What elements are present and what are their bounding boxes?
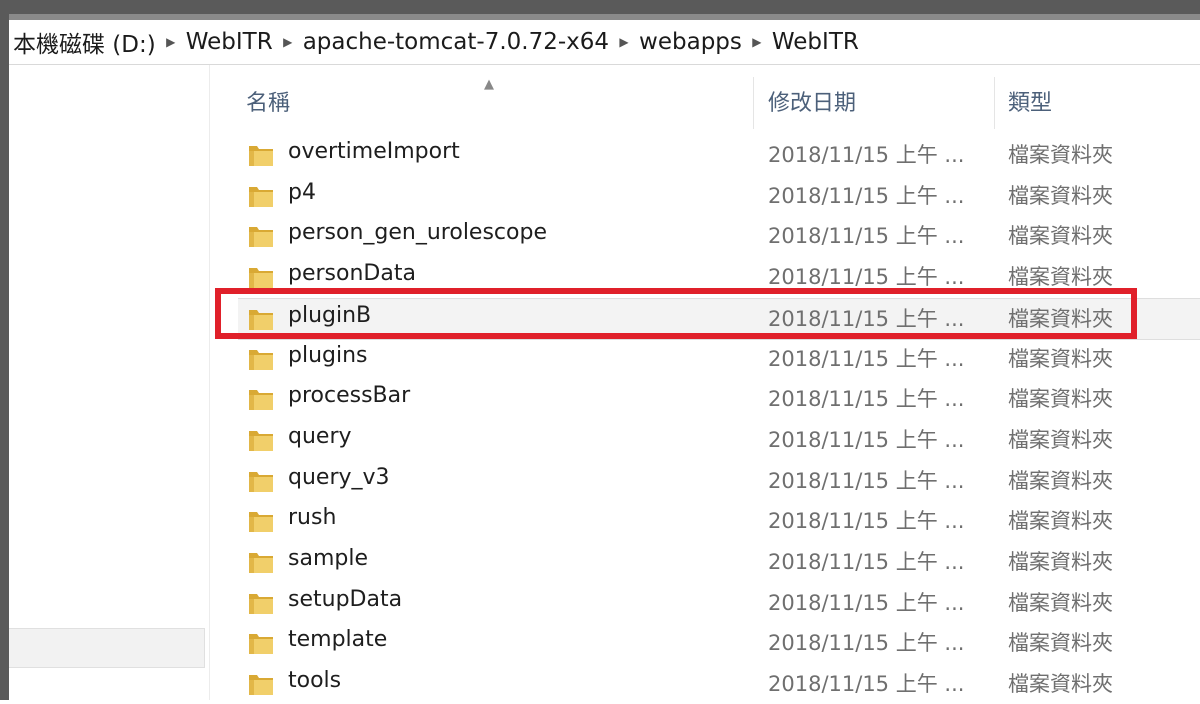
file-name: personData [288,261,416,287]
file-modified-date: 2018/11/15 上午 ... [768,509,965,534]
folder-icon [248,469,274,493]
folder-icon [248,224,274,248]
file-type: 檔案資料夾 [1008,468,1113,493]
file-row[interactable]: template 2018/11/15 上午 ... 檔案資料夾 [238,623,1200,663]
file-type: 檔案資料夾 [1008,143,1113,167]
file-modified-date: 2018/11/15 上午 ... [768,550,965,574]
folder-icon [248,672,274,696]
file-type: 檔案資料夾 [1008,224,1113,249]
file-row[interactable]: overtimeImport 2018/11/15 上午 ... 檔案資料夾 [238,135,1200,175]
breadcrumb-webitr[interactable]: WebITR [182,29,277,55]
file-modified-date: 2018/11/15 上午 ... [768,346,965,371]
folder-icon [248,307,274,331]
breadcrumb-tomcat[interactable]: apache-tomcat-7.0.72-x64 [299,29,613,55]
file-row[interactable]: rush 2018/11/15 上午 ... 檔案資料夾 [238,501,1200,541]
sort-up-icon: ▲ [484,77,494,92]
file-row[interactable]: personData 2018/11/15 上午 ... 檔案資料夾 [238,257,1200,297]
file-name: pluginB [288,302,372,328]
file-modified-date: 2018/11/15 上午 ... [768,672,965,697]
file-row[interactable]: plugins 2018/11/15 上午 ... 檔案資料夾 [238,339,1200,379]
folder-icon [248,428,274,452]
file-name: p4 [288,179,316,205]
file-list[interactable]: ▲ 名稱 修改日期 類型 overtimeImport 2018/11/15 上午… [210,65,1200,700]
folder-icon [248,347,274,371]
folder-icon [248,550,274,574]
file-row[interactable]: tools 2018/11/15 上午 ... 檔案資料夾 [238,664,1200,704]
file-modified-date: 2018/11/15 上午 ... [768,387,965,412]
file-modified-date: 2018/11/15 上午 ... [768,468,965,493]
file-type: 檔案資料夾 [1008,672,1113,697]
file-modified-date: 2018/11/15 上午 ... [768,427,965,452]
column-separator[interactable] [994,77,995,129]
file-row[interactable]: query_v3 2018/11/15 上午 ... 檔案資料夾 [238,461,1200,501]
file-name: setupData [288,586,403,612]
file-name: person_gen_urolescope [288,220,547,246]
folder-icon [248,184,274,208]
file-row[interactable]: query 2018/11/15 上午 ... 檔案資料夾 [238,420,1200,460]
file-type: 檔案資料夾 [1008,631,1113,656]
file-row[interactable]: p4 2018/11/15 上午 ... 檔案資料夾 [238,176,1200,216]
folder-icon [248,591,274,615]
file-modified-date: 2018/11/15 上午 ... [768,631,965,656]
breadcrumb-current[interactable]: WebITR [768,29,863,55]
file-type: 檔案資料夾 [1008,427,1113,452]
file-name: template [288,627,388,653]
file-name: tools [288,668,342,694]
file-row[interactable]: sample 2018/11/15 上午 ... 檔案資料夾 [238,542,1200,582]
file-type: 檔案資料夾 [1008,265,1113,290]
file-name: rush [288,505,337,531]
file-modified-date: 2018/11/15 上午 ... [768,306,965,331]
file-type: 檔案資料夾 [1008,387,1113,412]
file-type: 檔案資料夾 [1008,550,1113,574]
file-name: sample [288,546,368,571]
column-header-modified[interactable]: 修改日期 [768,85,856,117]
file-modified-date: 2018/11/15 上午 ... [768,183,965,208]
column-header-row: ▲ 名稱 修改日期 類型 [210,65,1200,137]
file-row[interactable]: pluginB 2018/11/15 上午 ... 檔案資料夾 [238,297,1200,340]
file-modified-date: 2018/11/15 上午 ... [768,143,965,167]
column-separator[interactable] [753,77,754,129]
column-header-name[interactable]: 名稱 [246,85,290,117]
file-type: 檔案資料夾 [1008,509,1113,534]
file-row[interactable]: setupData 2018/11/15 上午 ... 檔案資料夾 [238,583,1200,623]
file-type: 檔案資料夾 [1008,183,1113,208]
file-modified-date: 2018/11/15 上午 ... [768,590,965,615]
file-type: 檔案資料夾 [1008,306,1113,331]
window-frame-left [0,0,9,700]
chevron-right-icon[interactable]: ▶ [277,35,299,49]
file-row[interactable]: person_gen_urolescope 2018/11/15 上午 ... 檔案… [238,216,1200,256]
file-name: query_v3 [288,464,390,490]
breadcrumb-drive[interactable]: 本機磁碟 (D:) [9,25,160,59]
file-modified-date: 2018/11/15 上午 ... [768,265,965,290]
file-name: plugins [288,342,368,368]
file-name: query [288,423,352,449]
file-row[interactable]: processBar 2018/11/15 上午 ... 檔案資料夾 [238,379,1200,419]
folder-icon [248,631,274,655]
file-type: 檔案資料夾 [1008,346,1113,371]
address-bar[interactable]: 本機磁碟 (D:) ▶ WebITR ▶ apache-tomcat-7.0.7… [9,20,1200,65]
folder-icon [248,509,274,533]
folder-icon [248,387,274,411]
chevron-right-icon[interactable]: ▶ [613,35,635,49]
navigation-selected-item[interactable] [9,628,205,668]
chevron-right-icon[interactable]: ▶ [160,35,182,49]
file-type: 檔案資料夾 [1008,590,1113,615]
folder-icon [248,143,274,167]
navigation-pane[interactable] [9,65,209,700]
column-header-type[interactable]: 類型 [1008,85,1052,117]
file-modified-date: 2018/11/15 上午 ... [768,224,965,249]
file-name: processBar [288,383,411,409]
chevron-right-icon[interactable]: ▶ [746,35,768,49]
folder-icon [248,265,274,289]
breadcrumb-webapps[interactable]: webapps [635,29,746,55]
file-name: overtimeImport [288,139,460,164]
